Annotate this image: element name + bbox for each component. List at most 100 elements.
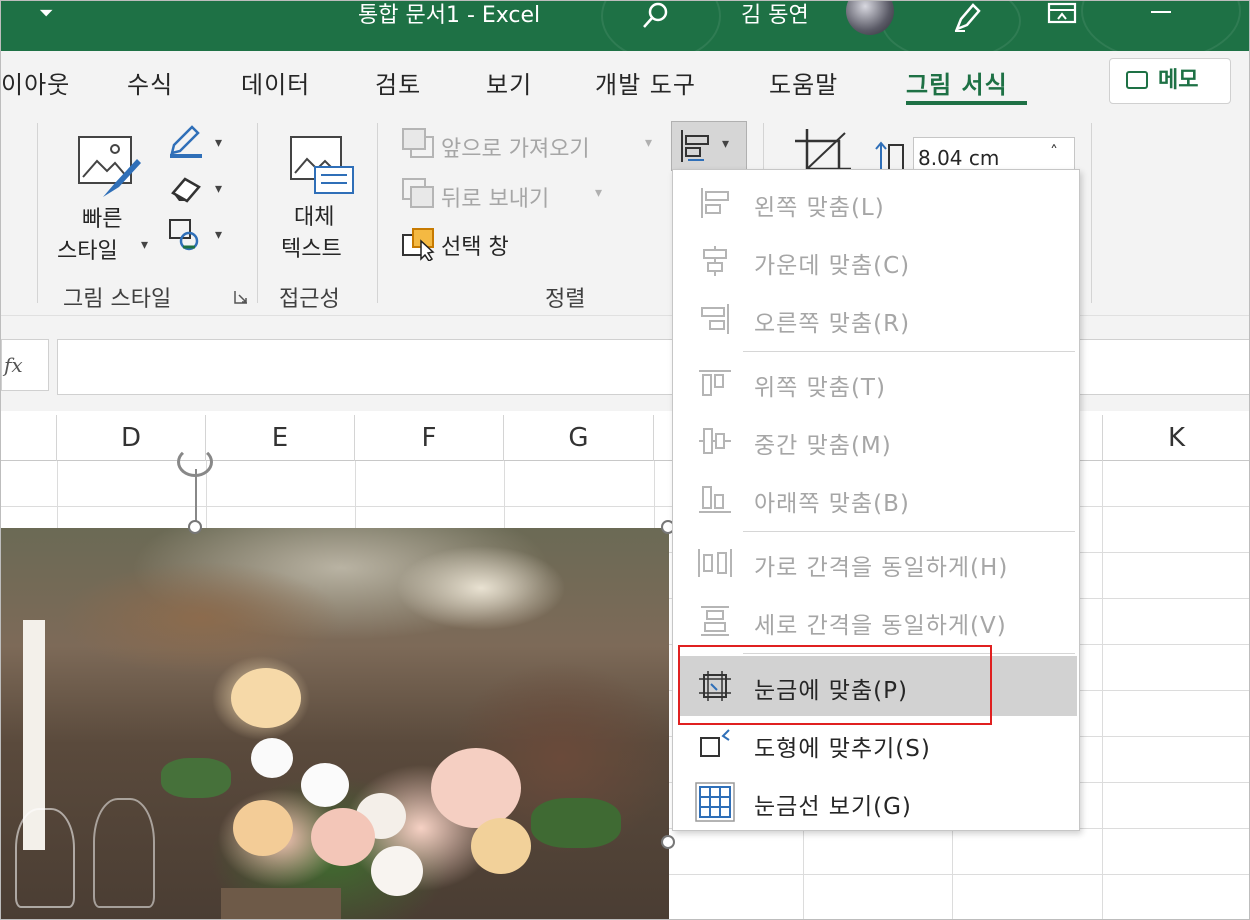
flower bbox=[233, 800, 293, 856]
flower bbox=[311, 808, 375, 866]
tab-help[interactable]: 도움말 bbox=[769, 65, 838, 100]
menu-item-distribute-horizontally[interactable]: 가로 간격을 동일하게(H) bbox=[673, 534, 1079, 592]
picture-layout-icon[interactable] bbox=[167, 217, 205, 253]
tab-page-layout[interactable]: 이아웃 bbox=[1, 65, 70, 100]
leaves bbox=[531, 798, 621, 848]
ribbon-display-options-icon[interactable] bbox=[1047, 1, 1077, 27]
wooden-box bbox=[221, 888, 341, 919]
picture-layout-caret[interactable]: ▾ bbox=[215, 227, 222, 243]
bring-forward-icon[interactable] bbox=[401, 127, 435, 159]
alt-text-label-1[interactable]: 대체 bbox=[294, 199, 334, 231]
send-backward-caret[interactable]: ▾ bbox=[595, 185, 602, 201]
flower bbox=[431, 748, 521, 828]
picture-effects-caret[interactable]: ▾ bbox=[215, 181, 222, 197]
comments-button-label: 메모 bbox=[1158, 68, 1199, 93]
alt-text-icon[interactable] bbox=[287, 133, 355, 195]
column-header-e[interactable]: E bbox=[206, 415, 355, 461]
picture-border-icon[interactable] bbox=[168, 125, 204, 159]
align-dropdown-menu: 왼쪽 맞춤(L) 가운데 맞춤(C) 오른쪽 맞춤(R) 위쪽 맞춤(T) 중간… bbox=[672, 169, 1080, 831]
quick-styles-label-2[interactable]: 스타일 bbox=[57, 233, 118, 265]
user-name: 김 동연 bbox=[741, 3, 809, 28]
flower bbox=[471, 818, 531, 874]
column-header-f[interactable]: F bbox=[355, 415, 504, 461]
menu-item-label: 가로 간격을 동일하게(H) bbox=[754, 555, 1009, 581]
menu-separator bbox=[743, 351, 1075, 352]
bring-forward-caret[interactable]: ▾ bbox=[645, 135, 652, 151]
tab-formulas[interactable]: 수식 bbox=[127, 65, 173, 100]
tab-view[interactable]: 보기 bbox=[486, 65, 532, 100]
spin-up-icon[interactable]: ˄ bbox=[1050, 142, 1058, 161]
bring-forward-label[interactable]: 앞으로 가져오기 bbox=[441, 131, 590, 163]
comment-icon bbox=[1126, 71, 1148, 89]
menu-item-align-center[interactable]: 가운데 맞춤(C) bbox=[673, 232, 1079, 290]
picture-styles-dialog-launcher-icon[interactable] bbox=[233, 289, 249, 305]
quick-styles-caret[interactable]: ▾ bbox=[141, 237, 148, 253]
active-tab-indicator bbox=[906, 101, 1027, 105]
rotation-line bbox=[195, 469, 197, 523]
insert-function-button[interactable]: fx bbox=[1, 339, 49, 391]
column-header-c[interactable] bbox=[1, 415, 57, 461]
coauthor-pen-icon[interactable] bbox=[951, 1, 983, 33]
menu-item-label: 오른쪽 맞춤(R) bbox=[754, 311, 911, 337]
group-separator bbox=[377, 123, 378, 303]
inserted-picture[interactable] bbox=[1, 528, 669, 919]
align-left-icon bbox=[697, 187, 733, 219]
menu-separator bbox=[743, 531, 1075, 532]
search-icon[interactable] bbox=[641, 1, 671, 31]
tab-picture-format[interactable]: 그림 서식 bbox=[906, 65, 1008, 100]
align-caret: ▾ bbox=[722, 136, 730, 152]
align-top-icon bbox=[697, 367, 733, 399]
menu-item-distribute-vertically[interactable]: 세로 간격을 동일하게(V) bbox=[673, 592, 1079, 650]
flower bbox=[231, 668, 301, 728]
ribbon-tab-row: 이아웃 수식 데이터 검토 보기 개발 도구 도움말 그림 서식 bbox=[1, 51, 1249, 113]
rotation-handle[interactable] bbox=[177, 447, 213, 477]
group-separator bbox=[1091, 123, 1092, 303]
alt-text-label-2[interactable]: 텍스트 bbox=[281, 231, 342, 263]
menu-item-align-left[interactable]: 왼쪽 맞춤(L) bbox=[673, 174, 1079, 232]
quick-styles-label-1[interactable]: 빠른 bbox=[82, 201, 122, 233]
column-header-g[interactable]: G bbox=[504, 415, 654, 461]
group-label-picture-styles: 그림 스타일 bbox=[63, 287, 172, 312]
flower bbox=[251, 738, 293, 778]
menu-item-align-bottom[interactable]: 아래쪽 맞춤(B) bbox=[673, 470, 1079, 528]
send-backward-label[interactable]: 뒤로 보내기 bbox=[441, 181, 549, 213]
align-center-icon bbox=[697, 245, 733, 277]
tab-data[interactable]: 데이터 bbox=[241, 65, 310, 100]
picture-effects-icon[interactable] bbox=[169, 175, 203, 203]
distribute-vertical-icon bbox=[697, 605, 733, 637]
selection-pane-icon[interactable] bbox=[401, 227, 437, 263]
tab-review[interactable]: 검토 bbox=[375, 65, 421, 100]
menu-item-label: 도형에 맞추기(S) bbox=[754, 736, 931, 762]
annotation-highlight-box bbox=[678, 645, 992, 725]
flower bbox=[301, 763, 349, 807]
menu-item-label: 위쪽 맞춤(T) bbox=[754, 375, 886, 401]
menu-item-align-middle[interactable]: 중간 맞춤(M) bbox=[673, 412, 1079, 470]
minimize-icon[interactable] bbox=[1151, 11, 1171, 13]
wine-glass bbox=[93, 798, 155, 908]
resize-handle-top[interactable] bbox=[188, 520, 202, 534]
resize-handle-bottom-right[interactable] bbox=[661, 835, 675, 849]
menu-item-label: 세로 간격을 동일하게(V) bbox=[754, 613, 1007, 639]
picture-border-caret[interactable]: ▾ bbox=[215, 135, 222, 151]
send-backward-icon[interactable] bbox=[401, 177, 435, 209]
menu-item-label: 중간 맞춤(M) bbox=[754, 433, 892, 459]
flower bbox=[371, 846, 423, 896]
document-title: 통합 문서1 - Excel bbox=[358, 3, 541, 28]
selection-pane-label[interactable]: 선택 창 bbox=[441, 229, 509, 261]
align-right-icon bbox=[697, 303, 733, 335]
align-middle-icon bbox=[697, 425, 733, 457]
tab-developer[interactable]: 개발 도구 bbox=[595, 65, 696, 100]
comments-button[interactable]: 메모 bbox=[1109, 58, 1231, 104]
quick-access-toolbar-caret[interactable]: ⏷ bbox=[39, 1, 53, 31]
leaves bbox=[161, 758, 231, 798]
title-bar: ⏷ 통합 문서1 - Excel 김 동연 bbox=[1, 1, 1249, 61]
align-button[interactable]: ▾ bbox=[671, 121, 747, 171]
menu-item-align-right[interactable]: 오른쪽 맞춤(R) bbox=[673, 290, 1079, 348]
group-label-accessibility: 접근성 bbox=[279, 287, 340, 312]
distribute-horizontal-icon bbox=[697, 547, 733, 579]
menu-item-align-top[interactable]: 위쪽 맞춤(T) bbox=[673, 354, 1079, 412]
quick-styles-icon[interactable] bbox=[75, 131, 141, 201]
column-header-k[interactable]: K bbox=[1102, 415, 1249, 461]
menu-item-label: 왼쪽 맞춤(L) bbox=[754, 195, 885, 221]
menu-item-view-gridlines[interactable]: 눈금선 보기(G) bbox=[673, 773, 1079, 831]
